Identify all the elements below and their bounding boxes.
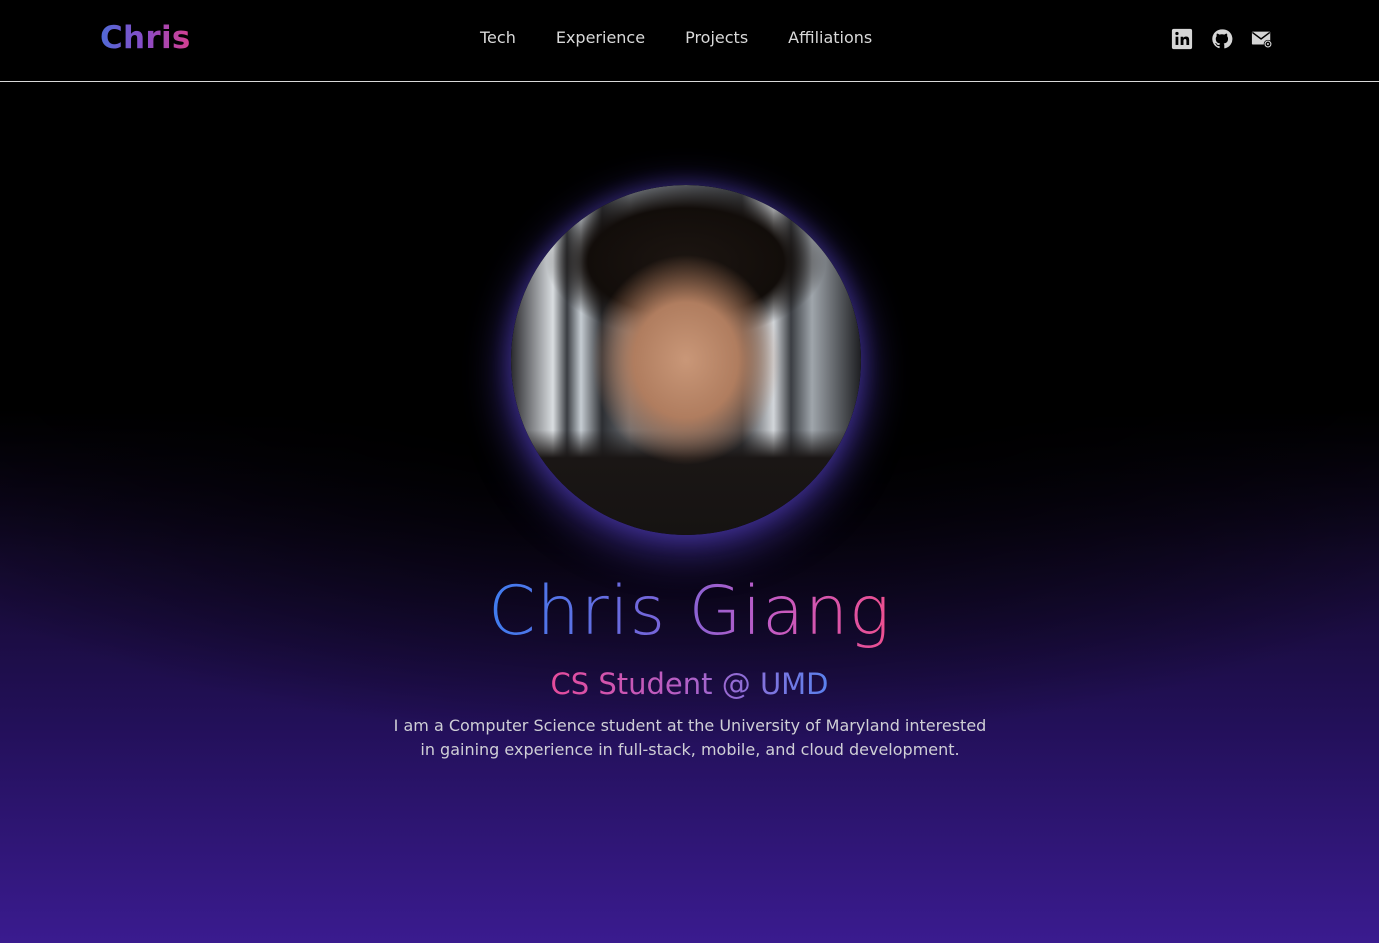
hero-subtitle: CS Student @ UMD [0, 664, 1379, 704]
email-icon[interactable] [1250, 27, 1274, 51]
profile-photo-frame [511, 185, 861, 535]
navbar: Chris Tech Experience Projects Affiliati… [0, 0, 1379, 82]
nav-link-affiliations[interactable]: Affiliations [788, 27, 872, 49]
hero-name: Chris Giang [0, 570, 1379, 654]
nav-link-projects[interactable]: Projects [685, 27, 748, 49]
nav-link-tech[interactable]: Tech [480, 27, 516, 49]
profile-photo [511, 185, 861, 535]
nav-link-experience[interactable]: Experience [556, 27, 645, 49]
hero-bio: I am a Computer Science student at the U… [393, 716, 987, 759]
nav-links: Tech Experience Projects Affiliations [480, 27, 872, 49]
hero-name-text: Chris Giang [488, 572, 891, 651]
brand-logo[interactable]: Chris [100, 18, 191, 58]
hero-subtitle-text: CS Student @ UMD [550, 667, 829, 701]
social-links [1170, 27, 1274, 51]
github-icon[interactable] [1210, 27, 1234, 51]
linkedin-icon[interactable] [1170, 27, 1194, 51]
